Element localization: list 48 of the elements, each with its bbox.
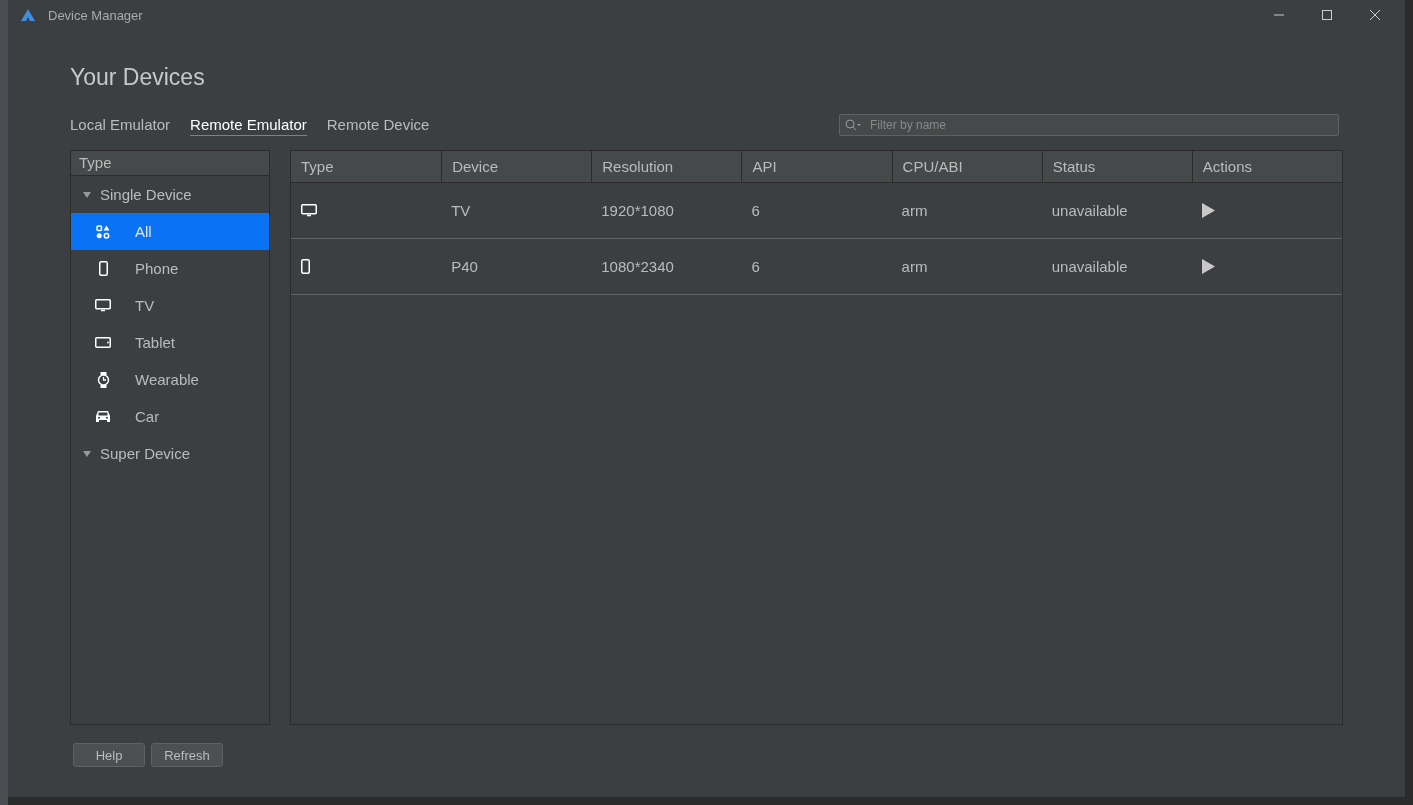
monitor-icon: [95, 299, 111, 312]
table-cell-text: TV: [450, 202, 472, 219]
column-header: Actions: [1191, 151, 1342, 182]
tree-item[interactable]: All: [71, 213, 269, 250]
table-cell-text: 6: [750, 202, 761, 219]
tablet-icon: [95, 337, 111, 348]
table-cell-text: 1920*1080: [600, 202, 675, 219]
table-cell-text: 1080*2340: [600, 258, 675, 275]
search-icon: [845, 119, 861, 131]
monitor-icon: [301, 204, 317, 217]
column-header: Device: [441, 151, 592, 182]
table-cell-text: P40: [450, 258, 479, 275]
table-cell-text: 6: [750, 258, 761, 275]
dialog-button[interactable]: Help: [73, 743, 145, 767]
panel-header: Type: [71, 151, 269, 176]
column-header: Status: [1041, 151, 1192, 182]
column-header: Resolution: [591, 151, 742, 182]
table-cell-text: unavailable: [1050, 202, 1129, 219]
tree-item[interactable]: Wearable: [71, 361, 269, 398]
search-field[interactable]: Filter by name: [839, 114, 1339, 136]
phone-icon: [98, 261, 108, 276]
watch-icon: [96, 371, 110, 388]
tab[interactable]: Remote Device: [326, 114, 430, 136]
maximize-icon[interactable]: [1321, 9, 1333, 21]
tab[interactable]: Remote Emulator: [190, 114, 307, 136]
table-cell-text: arm: [900, 258, 929, 275]
tree-group[interactable]: Super Device: [71, 435, 269, 472]
tree-item[interactable]: TV: [71, 287, 269, 324]
table-cell-text: unavailable: [1050, 258, 1129, 275]
tree-item[interactable]: Car: [71, 398, 269, 435]
play-icon[interactable]: [1201, 203, 1215, 218]
app-logo-icon: [20, 8, 36, 22]
play-icon[interactable]: [1201, 259, 1215, 274]
column-header: Type: [300, 157, 335, 177]
close-icon[interactable]: [1369, 9, 1381, 21]
tab[interactable]: Local Emulator: [70, 114, 171, 136]
shapes-icon: [96, 224, 110, 239]
car-icon: [95, 410, 111, 423]
column-header: CPU/ABI: [891, 151, 1042, 182]
dialog-button[interactable]: Refresh: [151, 743, 223, 767]
tree-item[interactable]: Phone: [71, 250, 269, 287]
tree-item[interactable]: Tablet: [71, 324, 269, 361]
window-title: Device Manager: [48, 7, 143, 23]
phone-icon: [301, 259, 310, 274]
table-cell-text: arm: [900, 202, 929, 219]
tree-group[interactable]: Single Device: [71, 176, 269, 213]
column-header: API: [741, 151, 892, 182]
page-heading: Your Devices: [70, 64, 206, 92]
